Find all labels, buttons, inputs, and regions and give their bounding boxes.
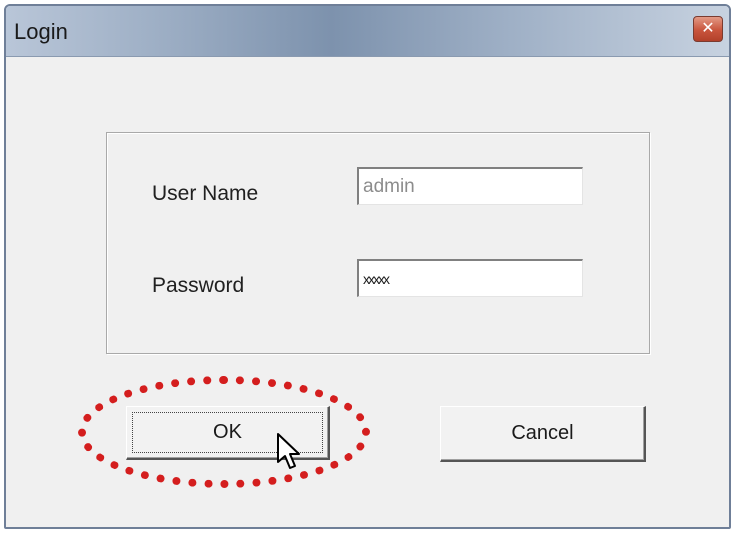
close-icon: ✕ (701, 20, 715, 37)
password-label: Password (152, 274, 245, 297)
title-bar[interactable]: Login ✕ (6, 6, 729, 57)
dialog-body: User Name Password OK Cancel (12, 62, 723, 521)
login-dialog: Login ✕ User Name Password OK Cancel (4, 4, 731, 529)
cancel-button[interactable]: Cancel (440, 406, 646, 462)
close-button[interactable]: ✕ (693, 16, 723, 42)
password-field[interactable] (357, 259, 583, 297)
focus-rectangle (132, 412, 323, 453)
cancel-button-label: Cancel (511, 422, 574, 444)
window-title: Login (14, 19, 68, 44)
username-field[interactable] (357, 167, 583, 205)
credentials-group (106, 132, 650, 354)
username-label: User Name (152, 182, 259, 205)
ok-button[interactable]: OK (126, 406, 330, 460)
